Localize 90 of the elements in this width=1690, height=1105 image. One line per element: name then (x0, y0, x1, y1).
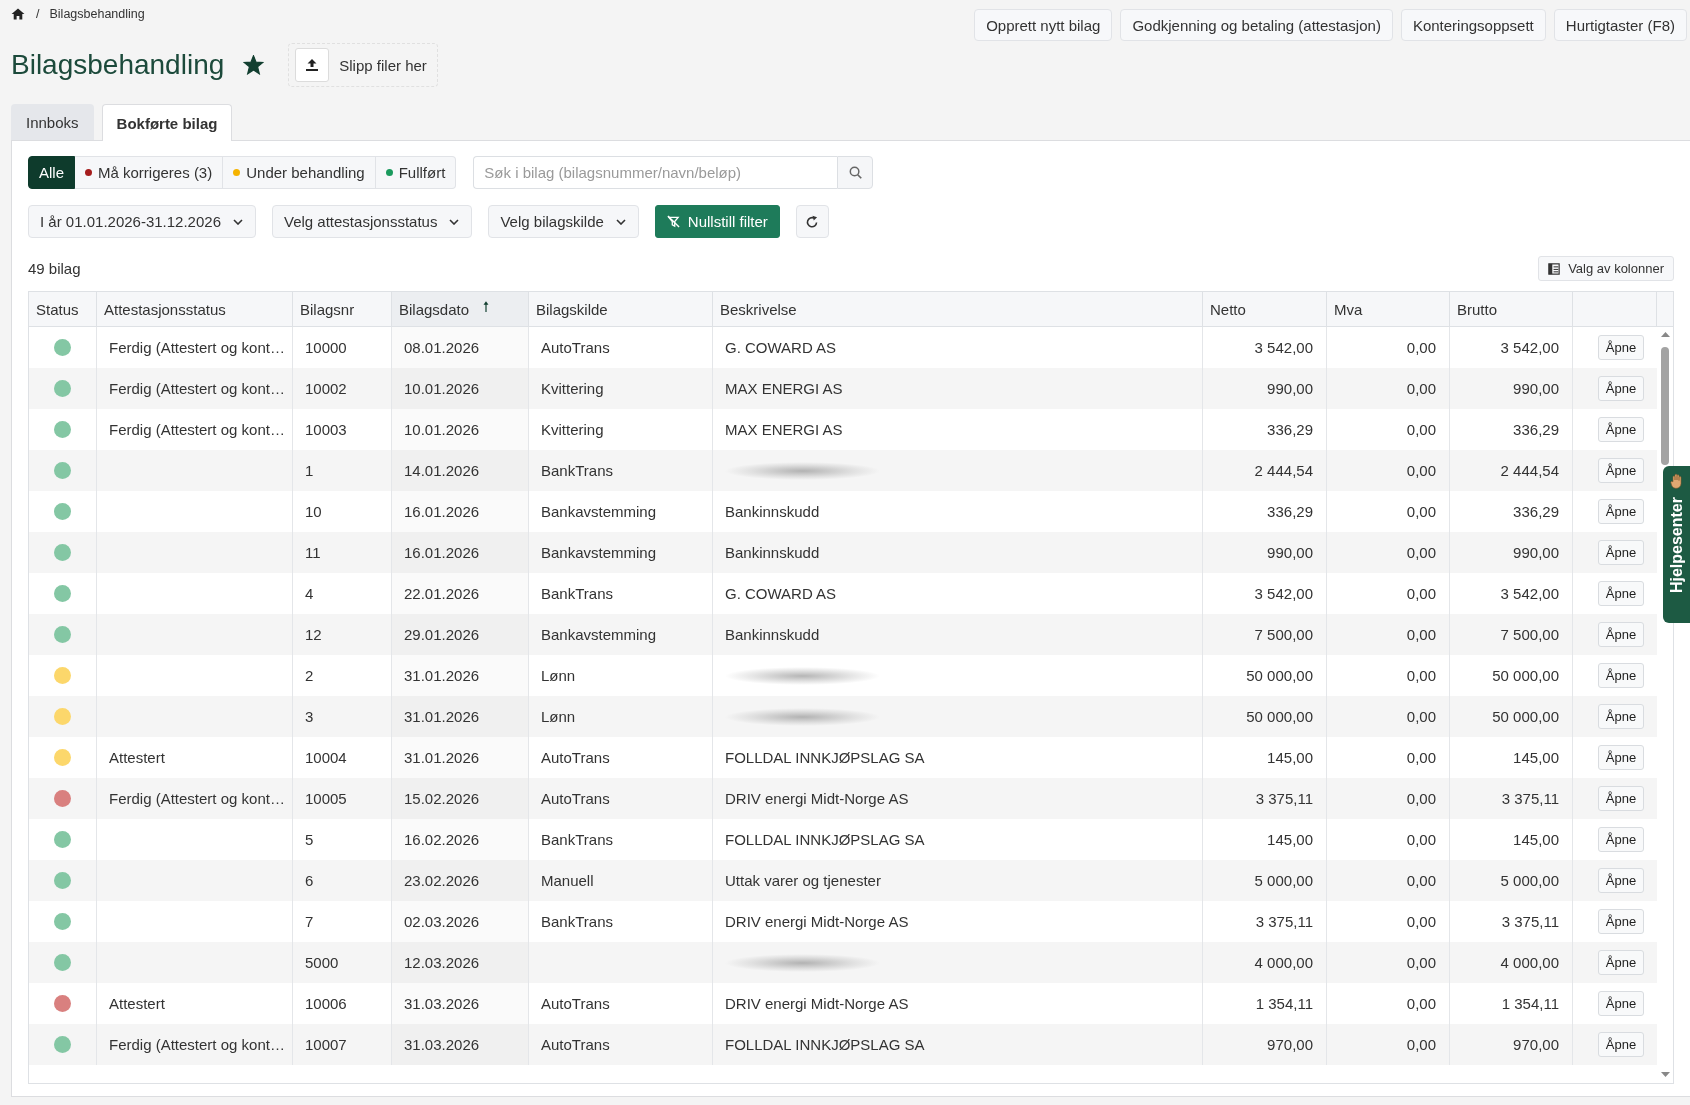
open-button[interactable]: Åpne (1597, 868, 1645, 893)
table-cell: 23.02.2026 (392, 860, 529, 901)
open-button[interactable]: Åpne (1597, 376, 1645, 401)
table-cell: 29.01.2026 (392, 614, 529, 655)
sort-arrow-icon (483, 301, 490, 312)
status-filter-button[interactable]: Under behandling (223, 156, 376, 189)
home-icon[interactable] (11, 8, 25, 20)
table-cell: 10.01.2026 (392, 368, 529, 409)
breadcrumb-link[interactable]: Bilagsbehandling (49, 7, 145, 21)
open-button[interactable]: Åpne (1597, 499, 1645, 524)
table-cell: 14.01.2026 (392, 450, 529, 491)
refresh-button[interactable] (795, 205, 829, 238)
scrollbar-thumb[interactable] (1661, 347, 1669, 465)
help-center-tab[interactable]: Hjelpesenter (1663, 466, 1690, 623)
open-button[interactable]: Åpne (1597, 950, 1645, 975)
table-cell: 31.01.2026 (392, 655, 529, 696)
table-cell: 10.01.2026 (392, 409, 529, 450)
chevron-down-icon (449, 218, 460, 225)
action-button[interactable]: Godkjenning og betaling (attestasjon) (1120, 9, 1393, 41)
column-header[interactable]: Mva (1327, 292, 1450, 326)
table-cell: 16.01.2026 (392, 532, 529, 573)
dropdown[interactable]: I år 01.01.2026-31.12.2026 (28, 205, 256, 238)
status-filter-button[interactable]: Må korrigeres (3) (75, 156, 224, 189)
column-header[interactable]: Beskrivelse (713, 292, 1203, 326)
search-field[interactable]: Søk i bilag (bilagsnummer/navn/beløp) (473, 156, 838, 189)
filter-off-icon (666, 215, 680, 228)
open-button[interactable]: Åpne (1597, 786, 1645, 811)
table-cell: 970,00 (1450, 1024, 1573, 1065)
table-cell: 31.03.2026 (392, 983, 529, 1024)
table-cell: FOLLDAL INNKJØPSLAG SA (713, 1024, 1203, 1065)
open-button[interactable]: Åpne (1597, 540, 1645, 565)
open-button[interactable]: Åpne (1597, 745, 1645, 770)
column-header[interactable]: Bilagsdato (392, 292, 529, 326)
table-cell: 08.01.2026 (392, 327, 529, 368)
record-count: 49 bilag (28, 260, 81, 277)
open-button[interactable]: Åpne (1597, 991, 1645, 1016)
file-drop-zone[interactable]: Slipp filer her (288, 43, 438, 87)
open-button[interactable]: Åpne (1597, 458, 1645, 483)
open-button[interactable]: Åpne (1597, 335, 1645, 360)
table-cell: 02.03.2026 (392, 901, 529, 942)
page-title: Bilagsbehandling (11, 48, 225, 82)
search-button[interactable] (837, 156, 874, 189)
open-button[interactable]: Åpne (1597, 827, 1645, 852)
scroll-down-icon[interactable] (1660, 1072, 1670, 1077)
table-cell: 31.01.2026 (392, 737, 529, 778)
column-header[interactable]: Netto (1203, 292, 1327, 326)
column-header[interactable]: Brutto (1450, 292, 1573, 326)
tab[interactable]: Bokførte bilag (101, 104, 233, 141)
table-cell: AutoTrans (529, 1024, 713, 1065)
scroll-up-icon[interactable] (1660, 332, 1670, 337)
star-icon[interactable] (243, 55, 265, 75)
open-button[interactable]: Åpne (1597, 909, 1645, 934)
breadcrumb-separator: / (36, 7, 40, 21)
upload-icon (295, 48, 330, 82)
table-cell: 10007 (293, 1024, 392, 1065)
chevron-down-icon (233, 218, 243, 225)
table-cell: 12.03.2026 (392, 942, 529, 983)
table-cell: 22.01.2026 (392, 573, 529, 614)
open-button[interactable]: Åpne (1597, 581, 1645, 606)
column-chooser-button[interactable]: Valg av kolonner (1538, 256, 1674, 281)
action-button[interactable]: Konteringsoppsett (1400, 9, 1546, 41)
column-header[interactable]: Attestasjonsstatus (97, 292, 293, 326)
table-cell: 970,00 (1203, 1024, 1327, 1065)
search-icon (848, 166, 862, 179)
open-button[interactable]: Åpne (1597, 622, 1645, 647)
table-cell: 15.02.2026 (392, 778, 529, 819)
refresh-icon (805, 214, 820, 229)
chevron-down-icon (615, 218, 626, 225)
open-button[interactable]: Åpne (1597, 417, 1645, 442)
column-header[interactable]: Status (29, 292, 97, 326)
open-button[interactable]: Åpne (1597, 704, 1645, 729)
status-filter-button[interactable]: Alle (28, 156, 75, 189)
open-button[interactable]: Åpne (1597, 1032, 1645, 1057)
action-button[interactable]: Opprett nytt bilag (974, 9, 1113, 41)
table-cell: 31.01.2026 (392, 696, 529, 737)
hand-icon (1669, 473, 1684, 489)
table-cell: 16.01.2026 (392, 491, 529, 532)
dropdown[interactable]: Velg attestasjonsstatus (272, 205, 473, 238)
table-cell: 31.03.2026 (392, 1024, 529, 1065)
table-cell: 0,00 (1327, 1024, 1450, 1065)
action-button[interactable]: Hurtigtaster (F8) (1553, 9, 1687, 41)
table-cell: 16.02.2026 (392, 819, 529, 860)
table-cell: Ferdig (Attestert og kont… (97, 1024, 293, 1065)
open-button[interactable]: Åpne (1597, 663, 1645, 688)
status-filter-button[interactable]: Fullført (375, 156, 457, 189)
reset-filter-button[interactable]: Nullstill filter (654, 205, 780, 238)
columns-icon (1548, 262, 1561, 275)
dropdown[interactable]: Velg bilagskilde (488, 205, 639, 238)
tab[interactable]: Innboks (11, 104, 94, 140)
column-header[interactable]: Bilagskilde (529, 292, 713, 326)
